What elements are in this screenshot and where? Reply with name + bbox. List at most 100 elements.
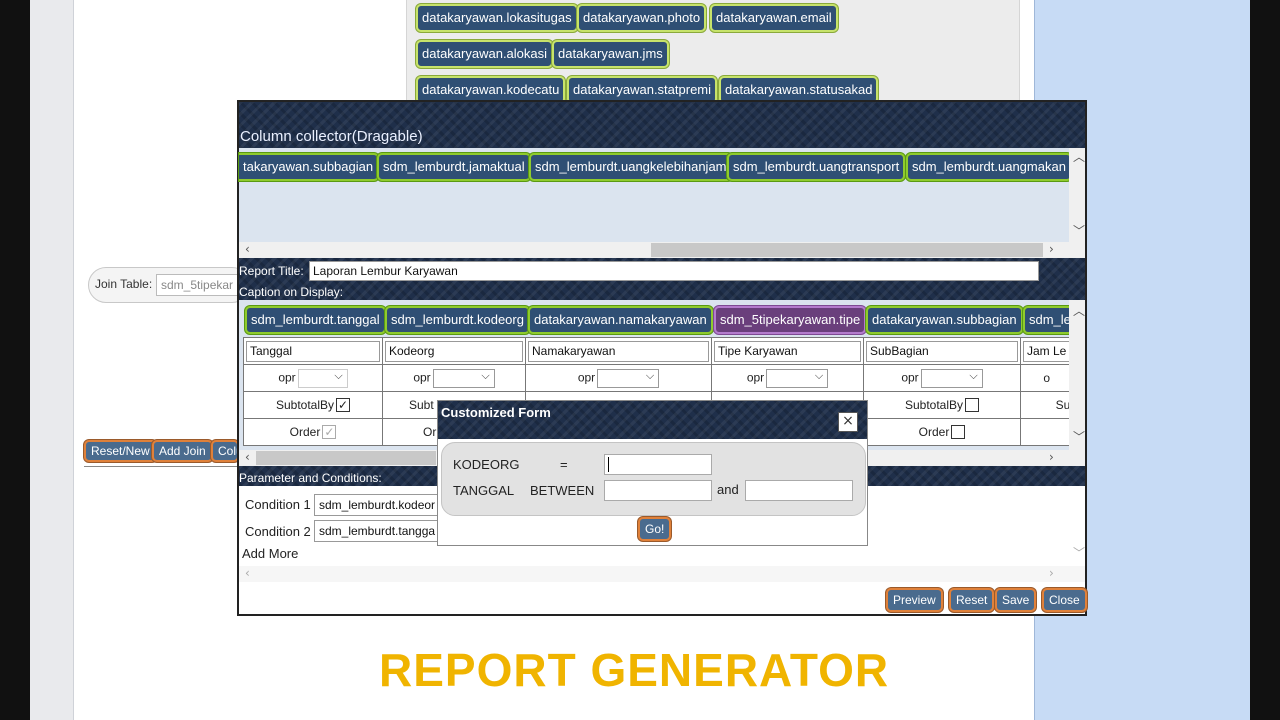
collector-chip[interactable]: takaryawan.subbagian	[239, 153, 380, 181]
opr-label: opr	[278, 370, 296, 385]
columns-button[interactable]: Colu	[211, 440, 239, 462]
order-checkbox[interactable]: ✓	[322, 425, 337, 440]
display-vertical-scrollbar[interactable]: ︿ ﹀	[1069, 300, 1085, 450]
preview-button[interactable]: Preview	[886, 588, 943, 612]
opr-label: o	[1043, 371, 1051, 385]
condition-input[interactable]: sdm_lemburdt.tangga	[314, 520, 440, 542]
operator-label: =	[560, 457, 568, 472]
subtotal-label: Subt	[409, 398, 434, 412]
collector-chip[interactable]: sdm_lemburdt.uangtransport	[727, 153, 906, 181]
and-label: and	[717, 482, 739, 497]
opr-select[interactable]: ⌵	[432, 368, 495, 388]
parameter-vertical-scrollbar[interactable]: ﹀	[1069, 486, 1085, 566]
subtotal-label: SubtotalBy	[275, 397, 335, 412]
opr-label: opr	[746, 370, 765, 385]
chevron-down-icon: ⌵	[334, 369, 343, 382]
order-label: Order	[918, 424, 950, 439]
tanggal-from-input[interactable]	[604, 480, 712, 501]
add-more-link[interactable]: Add More	[242, 546, 298, 561]
scroll-up-icon[interactable]: ︿	[1073, 302, 1085, 319]
caption-input[interactable]: Tanggal	[246, 340, 380, 362]
field-label: TANGGAL	[453, 483, 515, 498]
scroll-thumb[interactable]	[256, 451, 436, 465]
opr-label: opr	[413, 370, 431, 385]
display-chip[interactable]: sdm_le	[1023, 306, 1069, 334]
collector-vertical-scrollbar[interactable]: ︿ ﹀	[1069, 148, 1085, 242]
parameter-horizontal-scrollbar[interactable]: ‹ ›	[239, 566, 1085, 582]
collector-chip[interactable]: sdm_lemburdt.uangmakan	[906, 153, 1072, 181]
opr-label: opr	[901, 370, 919, 385]
reset-button[interactable]: Reset	[949, 588, 995, 612]
field-chip[interactable]: datakaryawan.email	[710, 4, 838, 32]
scroll-right-icon[interactable]: ›	[1049, 566, 1054, 580]
order-checkbox[interactable]	[951, 425, 966, 440]
caption-label: Caption on Display:	[239, 285, 344, 299]
chevron-down-icon: ⌵	[481, 369, 490, 382]
chevron-down-icon: ⌵	[969, 369, 978, 382]
field-label: KODEORG	[453, 457, 520, 472]
collector-title: Column collector(Dragable)	[240, 128, 423, 145]
scroll-down-icon[interactable]: ﹀	[1073, 544, 1085, 561]
field-chip[interactable]: datakaryawan.lokasitugas	[416, 4, 578, 32]
operator-label: BETWEEN	[530, 483, 595, 498]
display-chip[interactable]: datakaryawan.namakaryawan	[528, 306, 713, 334]
subtotal-checkbox[interactable]	[965, 398, 980, 413]
scroll-down-icon[interactable]: ﹀	[1073, 222, 1085, 239]
scroll-left-icon[interactable]: ‹	[245, 242, 250, 256]
display-chip[interactable]: sdm_5tipekaryawan.tipe	[714, 306, 867, 334]
display-chip[interactable]: sdm_lemburdt.kodeorg	[385, 306, 530, 334]
join-table-label: Join Table:	[95, 277, 153, 291]
scroll-thumb[interactable]	[651, 243, 1043, 257]
right-letterbox	[1250, 0, 1280, 720]
subtotal-checkbox[interactable]: ✓	[336, 398, 351, 413]
order-label: Order	[289, 424, 321, 439]
order-label: Or	[423, 425, 437, 439]
caption-input[interactable]: Namakaryawan	[528, 340, 709, 362]
scroll-right-icon[interactable]: ›	[1049, 242, 1054, 256]
save-button[interactable]: Save	[995, 588, 1037, 612]
text-cursor	[608, 457, 609, 472]
chevron-down-icon: ⌵	[645, 369, 655, 382]
left-letterbox	[0, 0, 30, 720]
parameter-title: Parameter and Conditions:	[239, 471, 382, 485]
caption-input[interactable]: Kodeorg	[385, 340, 523, 362]
customized-form-title: Customized Form	[441, 405, 551, 420]
condition-label: Condition 2	[245, 524, 311, 539]
caption-input[interactable]: Jam Le	[1023, 340, 1071, 362]
display-chip[interactable]: datakaryawan.subbagian	[866, 306, 1023, 334]
subtotal-label: SubtotalBy	[904, 397, 964, 412]
scroll-up-icon[interactable]: ︿	[1073, 148, 1085, 165]
chevron-down-icon: ⌵	[814, 369, 824, 382]
add-join-button[interactable]: Add Join	[152, 440, 213, 462]
join-table-input[interactable]: sdm_5tipekar	[156, 274, 246, 296]
reset-new-button[interactable]: Reset/New	[84, 440, 157, 462]
divider	[84, 466, 244, 467]
scroll-left-icon[interactable]: ‹	[245, 566, 250, 580]
collector-chip[interactable]: sdm_lemburdt.uangkelebihanjam	[529, 153, 733, 181]
collector-chip[interactable]: sdm_lemburdt.jamaktual	[377, 153, 531, 181]
go-button[interactable]: Go!	[638, 517, 672, 541]
report-title-label: Report Title:	[239, 264, 304, 278]
close-icon[interactable]: ×	[838, 412, 858, 432]
opr-select[interactable]: ⌵	[597, 368, 660, 388]
kodeorg-input[interactable]	[604, 454, 712, 475]
field-chip[interactable]: datakaryawan.jms	[552, 40, 669, 68]
caption-input[interactable]: SubBagian	[866, 340, 1018, 362]
opr-select[interactable]: ⌵	[297, 368, 348, 388]
scroll-left-icon[interactable]: ‹	[245, 450, 250, 464]
field-chip[interactable]: datakaryawan.alokasi	[416, 40, 554, 68]
opr-select[interactable]: ⌵	[920, 368, 983, 388]
report-title-input[interactable]: Laporan Lembur Karyawan	[309, 261, 1039, 281]
scroll-right-icon[interactable]: ›	[1049, 450, 1054, 464]
close-button[interactable]: Close	[1042, 588, 1087, 612]
field-chip[interactable]: datakaryawan.photo	[577, 4, 707, 32]
left-page-strip	[30, 0, 74, 720]
condition-input[interactable]: sdm_lemburdt.kodeor	[314, 494, 440, 516]
condition-label: Condition 1	[245, 497, 311, 512]
caption-input[interactable]: Tipe Karyawan	[714, 340, 861, 362]
banner-title: REPORT GENERATOR	[379, 644, 890, 696]
opr-select[interactable]: ⌵	[766, 368, 829, 388]
display-chip[interactable]: sdm_lemburdt.tanggal	[245, 306, 386, 334]
tanggal-to-input[interactable]	[745, 480, 853, 501]
scroll-down-icon[interactable]: ﹀	[1073, 428, 1085, 445]
